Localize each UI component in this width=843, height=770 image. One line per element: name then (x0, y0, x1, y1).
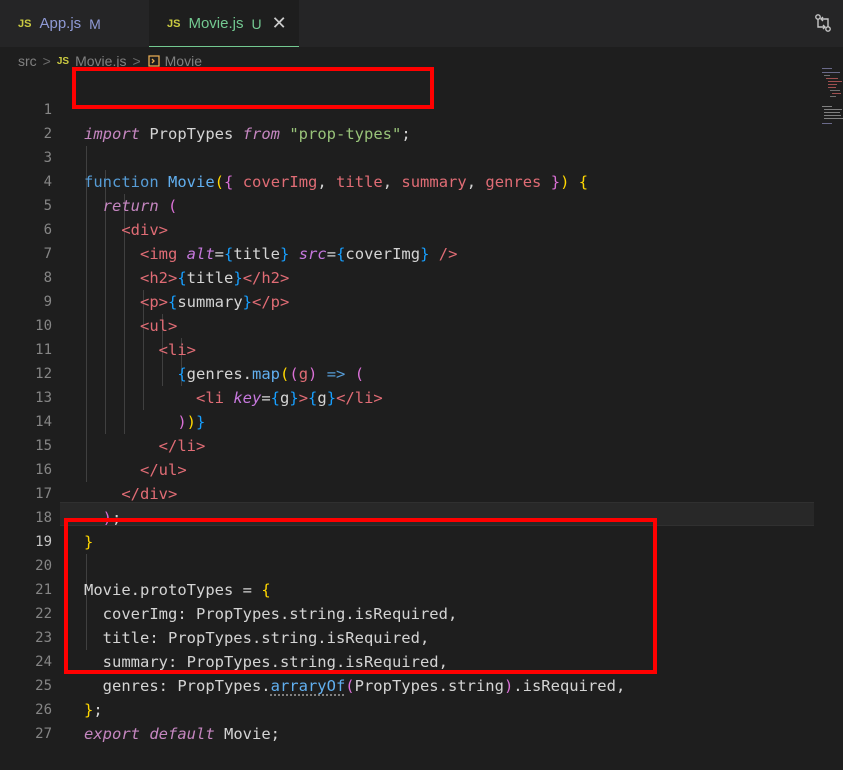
highlight-box-prototypes (64, 518, 657, 674)
code-line: 9 <ul> (0, 266, 843, 335)
tab-bar: JS App.js M JS Movie.js U ✕ (0, 0, 843, 47)
code-line: 12 <li key={g}>{g}</li> (0, 338, 843, 407)
code-line: 13 ))} (0, 362, 843, 431)
js-file-icon: JS (18, 17, 32, 30)
breadcrumb-separator: > (42, 53, 51, 69)
code-line: 8 <p>{summary}</p> (0, 242, 843, 311)
code-line: 27 (0, 698, 843, 742)
code-line: 16 </div> (0, 434, 843, 503)
symbol-function-icon (147, 55, 160, 67)
code-line: 10 <li> (0, 290, 843, 359)
code-line: 11 {genres.map((g) => ( (0, 314, 843, 383)
js-file-icon: JS (56, 55, 70, 67)
code-line: 4 return ( (0, 146, 843, 215)
code-line: 18 } (0, 482, 843, 551)
highlight-box-import (72, 67, 434, 109)
code-line: 17 ); (0, 458, 843, 527)
code-line: 3 function Movie({ coverImg, title, summ… (0, 122, 843, 191)
code-line: 5 <div> (0, 170, 843, 239)
code-line: 14 </li> (0, 386, 843, 455)
code-line: 26 export default Movie; (0, 674, 843, 743)
code-editor[interactable]: 1 import PropTypes from "prop-types"; 2 … (0, 67, 843, 757)
minimap[interactable] (818, 66, 843, 126)
active-tab-indicator (149, 46, 299, 47)
code-line: 6 <img alt={title} src={coverImg} /> (0, 194, 843, 263)
line-code: export default Movie; (84, 725, 280, 743)
tab-label: App.js (39, 15, 82, 32)
breadcrumb-folder[interactable]: src (18, 53, 37, 69)
code-line: 7 <h2>{title}</h2> (0, 218, 843, 287)
compare-changes-icon[interactable] (813, 13, 833, 33)
untracked-badge: U (251, 15, 262, 32)
code-line: 15 </ul> (0, 410, 843, 479)
modified-badge: M (89, 15, 101, 32)
tab-app-js[interactable]: JS App.js M (0, 0, 140, 47)
js-file-icon: JS (167, 17, 181, 30)
close-icon[interactable]: ✕ (272, 13, 287, 34)
tab-movie-js[interactable]: JS Movie.js U ✕ (149, 0, 299, 47)
line-number: 27 (35, 726, 52, 742)
tab-label: Movie.js (188, 15, 244, 32)
